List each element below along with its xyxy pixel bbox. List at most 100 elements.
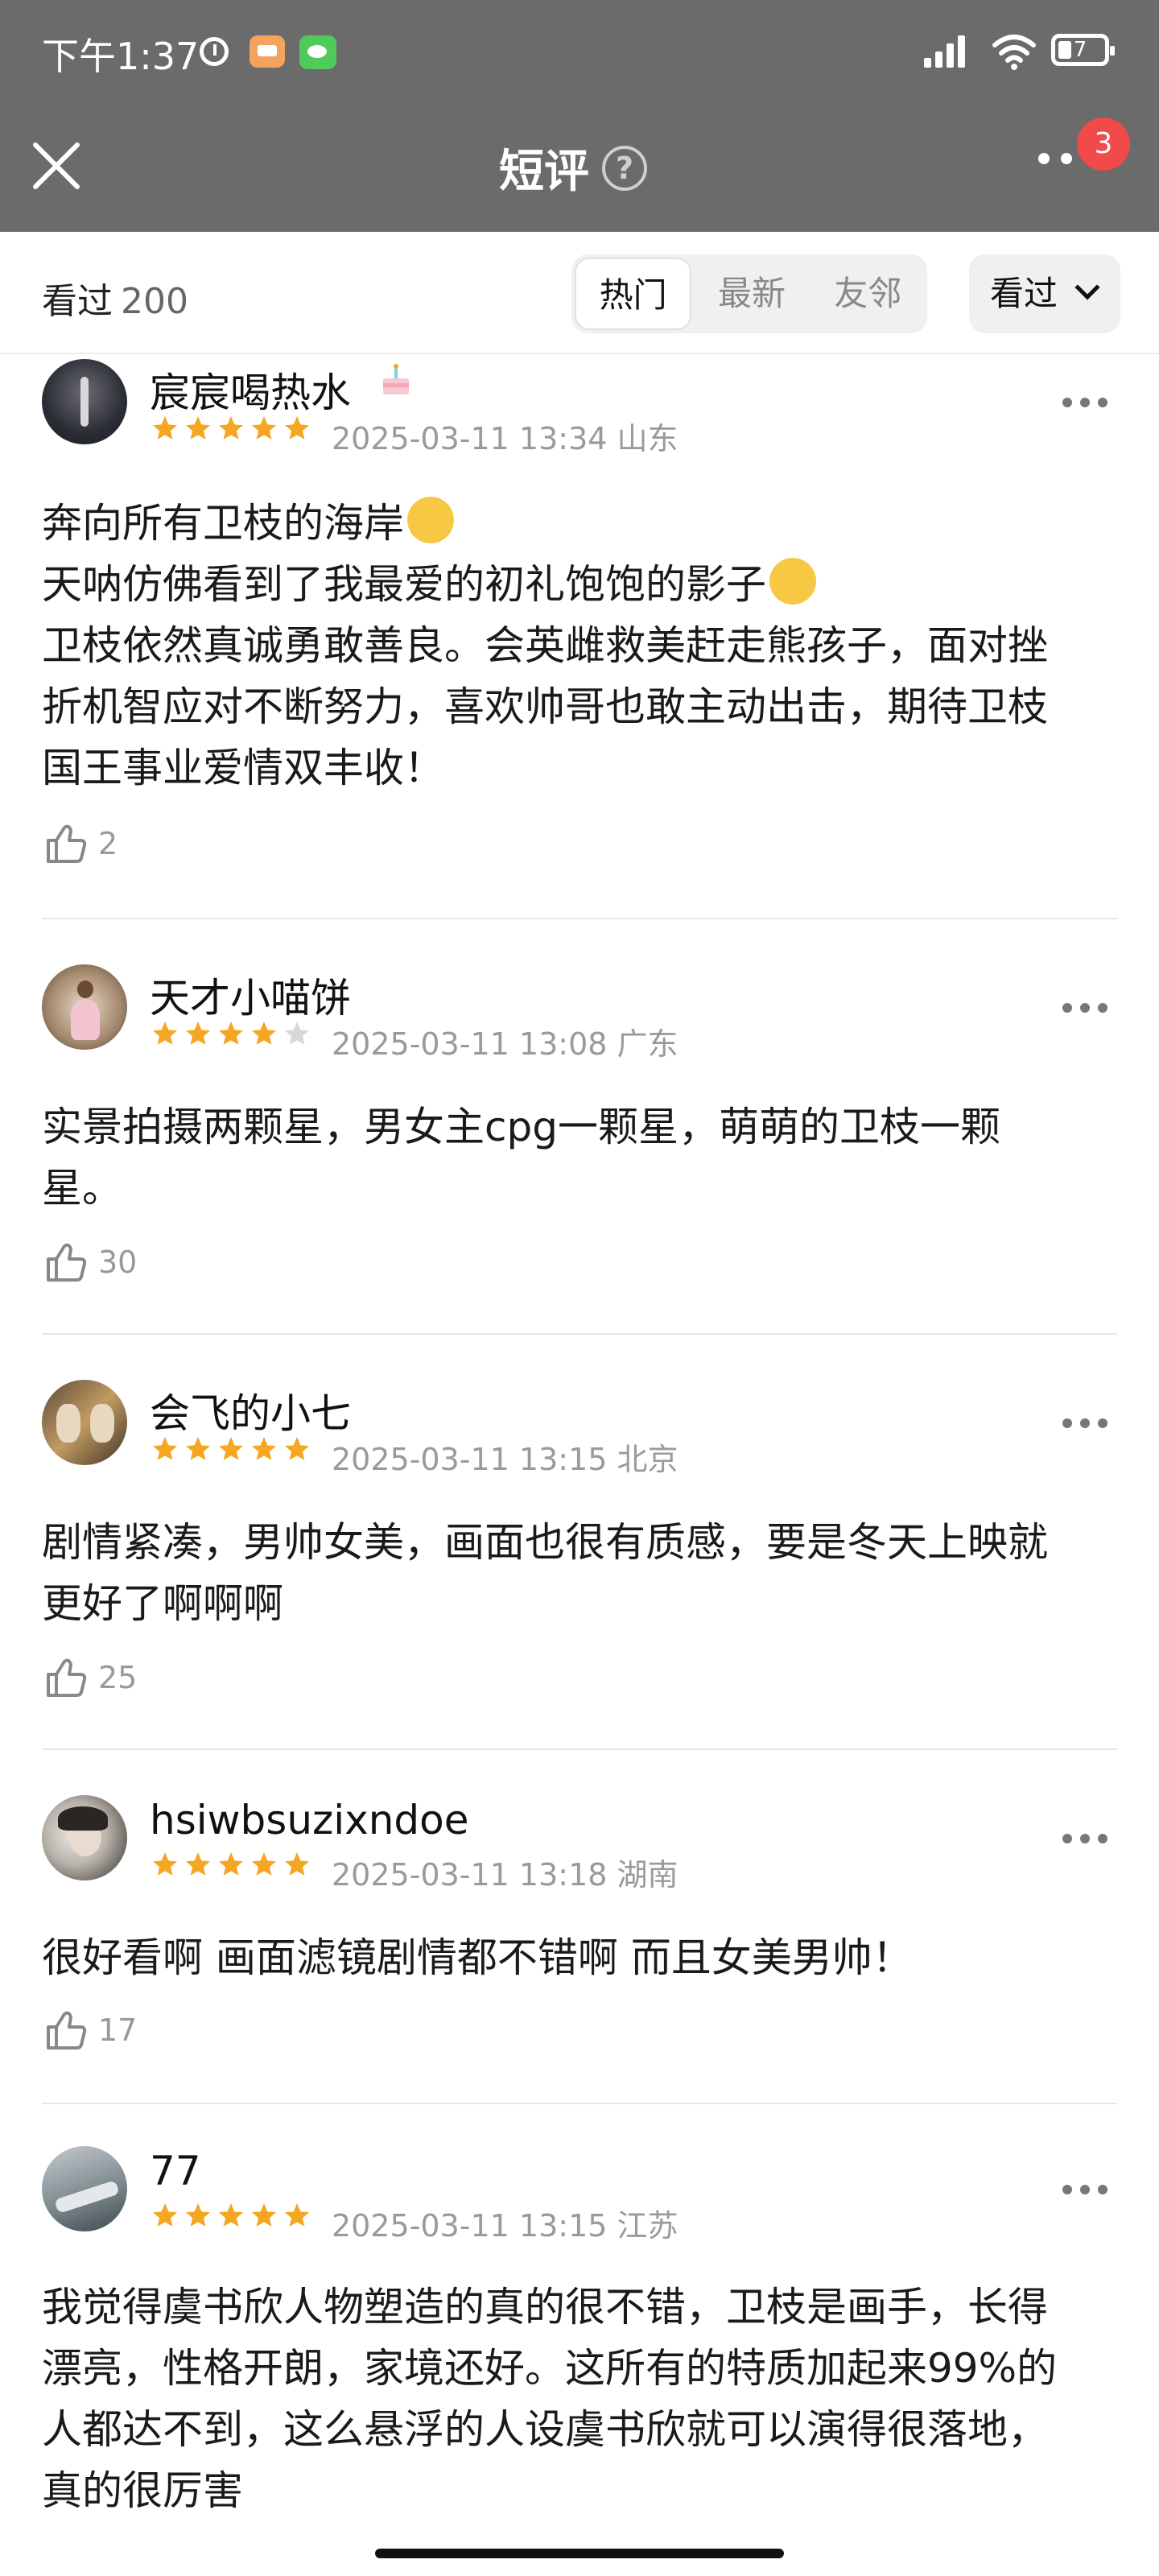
- comment-time: 2025-03-11 13:18: [332, 1857, 608, 1893]
- comment-line: 折机智应对不断努力，喜欢帅哥也敢主动出击，期待卫枝: [42, 683, 1048, 730]
- star-icon: [219, 1437, 243, 1460]
- comment-body: 我觉得虞书欣人物塑造的真的很不错，卫枝是画手，长得 漂亮，性格开朗，家境还好。这…: [42, 2277, 1117, 2521]
- star-icon: [219, 2203, 243, 2227]
- comment-meta: 2025-03-11 13:15 北京: [332, 1435, 678, 1479]
- star-icon: [186, 2203, 210, 2227]
- comment-line: 很好看啊 画面滤镜剧情都不错啊 而且女美男帅！: [42, 1934, 913, 1981]
- help-icon[interactable]: ?: [602, 145, 647, 191]
- star-empty-icon: [285, 1022, 309, 1045]
- signal-icon: [924, 35, 966, 68]
- comment-time: 2025-03-11 13:15: [332, 2208, 608, 2244]
- seen-label: 看过: [42, 281, 113, 322]
- more-icon[interactable]: [1038, 153, 1079, 169]
- divider: [42, 1748, 1117, 1750]
- avatar[interactable]: [42, 964, 127, 1050]
- rating-stars: [150, 414, 315, 443]
- crying-face-icon: [769, 558, 816, 605]
- avatar[interactable]: [42, 2146, 127, 2231]
- comment-time: 2025-03-11 13:34: [332, 421, 608, 456]
- star-icon: [252, 416, 276, 440]
- star-icon: [285, 1852, 309, 1876]
- username[interactable]: 77: [150, 2148, 201, 2194]
- comment-meta: 2025-03-11 13:15 江苏: [332, 2201, 678, 2245]
- star-icon: [153, 416, 177, 440]
- like-button[interactable]: 25: [42, 1653, 137, 1702]
- battery-icon: 7: [1051, 34, 1115, 66]
- comment-location: 广东: [617, 1026, 678, 1062]
- divider: [42, 918, 1117, 919]
- avatar[interactable]: [42, 1795, 127, 1880]
- filter-bar: 看过 200 热门 最新 友邻 看过: [0, 232, 1159, 354]
- wifi-icon: [992, 35, 1036, 70]
- comment-location: 江苏: [617, 2208, 678, 2244]
- star-icon: [153, 1437, 177, 1460]
- avatar[interactable]: [42, 1380, 127, 1465]
- comment-line: 人都达不到，这么悬浮的人设虞书欣就可以演得很落地，: [42, 2406, 1048, 2453]
- dropdown-label: 看过: [990, 274, 1058, 313]
- more-options-icon[interactable]: [1062, 1834, 1107, 1845]
- thumbs-up-icon: [47, 1243, 87, 1282]
- star-icon: [186, 1852, 210, 1876]
- like-button[interactable]: 2: [42, 819, 118, 868]
- tab-latest[interactable]: 最新: [691, 258, 811, 330]
- battery-level: 7: [1073, 38, 1087, 62]
- status-time: 下午1:37: [42, 35, 200, 78]
- star-icon: [186, 416, 210, 440]
- top-bar: 下午1:37 7 短评 ? 3: [0, 0, 1159, 232]
- app-notification-icon: [250, 35, 285, 68]
- rating-stars: [150, 2201, 315, 2230]
- comment-line: 卫枝依然真诚勇敢善良。会英雌救美赶走熊孩子，面对挫: [42, 622, 1048, 669]
- page-title-group: 短评 ?: [499, 135, 647, 200]
- star-icon: [285, 2203, 309, 2227]
- rating-stars: [150, 1019, 315, 1048]
- sort-tabs: 热门 最新 友邻: [571, 254, 927, 333]
- thumbs-up-icon: [47, 2011, 87, 2050]
- star-icon: [252, 1437, 276, 1460]
- comment-line: 国王事业爱情双丰收！: [42, 745, 444, 791]
- seen-number: 200: [121, 281, 188, 322]
- username[interactable]: 天才小喵饼: [150, 966, 351, 1024]
- tab-hot[interactable]: 热门: [575, 258, 692, 330]
- rating-stars: [150, 1850, 315, 1879]
- more-options-icon[interactable]: [1062, 398, 1107, 409]
- comment-line: 剧情紧凑，男帅女美，画面也很有质感，要是冬天上映就: [42, 1519, 1048, 1566]
- star-icon: [252, 1022, 276, 1045]
- pleading-face-icon: [407, 497, 454, 543]
- comment-location: 湖南: [617, 1857, 678, 1893]
- comment-meta: 2025-03-11 13:18 湖南: [332, 1850, 678, 1894]
- more-options-icon[interactable]: [1062, 1003, 1107, 1014]
- comment-location: 山东: [617, 421, 678, 456]
- star-icon: [252, 2203, 276, 2227]
- username[interactable]: 会飞的小七: [150, 1381, 351, 1439]
- comment-body: 实景拍摄两颗星，男女主cpg一颗星，萌萌的卫枝一颗 星。: [42, 1096, 1117, 1219]
- cake-badge-icon: [383, 364, 409, 394]
- avatar[interactable]: [42, 359, 127, 444]
- comment-time: 2025-03-11 13:08: [332, 1026, 608, 1062]
- home-indicator[interactable]: [375, 2549, 784, 2558]
- like-count: 30: [98, 1245, 138, 1280]
- like-button[interactable]: 17: [42, 2006, 137, 2054]
- more-options-icon[interactable]: [1062, 2185, 1107, 2196]
- username[interactable]: hsiwbsuzixndoe: [150, 1797, 469, 1843]
- tab-friends[interactable]: 友邻: [812, 258, 924, 330]
- close-icon[interactable]: [29, 138, 84, 193]
- notification-badge[interactable]: 3: [1077, 118, 1130, 171]
- wechat-icon: [299, 35, 336, 69]
- seen-filter-dropdown[interactable]: 看过: [969, 254, 1120, 333]
- thumbs-up-icon: [47, 1658, 87, 1697]
- thumbs-up-icon: [47, 824, 87, 863]
- title-bar: 短评 ? 3: [0, 113, 1159, 217]
- like-count: 25: [98, 1660, 138, 1695]
- rating-stars: [150, 1435, 315, 1463]
- divider: [42, 2103, 1117, 2104]
- comment-time: 2025-03-11 13:15: [332, 1442, 608, 1477]
- timer-icon: [200, 37, 229, 66]
- more-options-icon[interactable]: [1062, 1418, 1107, 1430]
- username[interactable]: 宸宸喝热水: [150, 361, 351, 419]
- comment-line: 实景拍摄两颗星，男女主cpg一颗星，萌萌的卫枝一颗: [42, 1104, 1000, 1150]
- star-icon: [219, 416, 243, 440]
- comment-location: 北京: [617, 1442, 678, 1477]
- like-button[interactable]: 30: [42, 1238, 137, 1286]
- star-icon: [219, 1852, 243, 1876]
- star-icon: [252, 1852, 276, 1876]
